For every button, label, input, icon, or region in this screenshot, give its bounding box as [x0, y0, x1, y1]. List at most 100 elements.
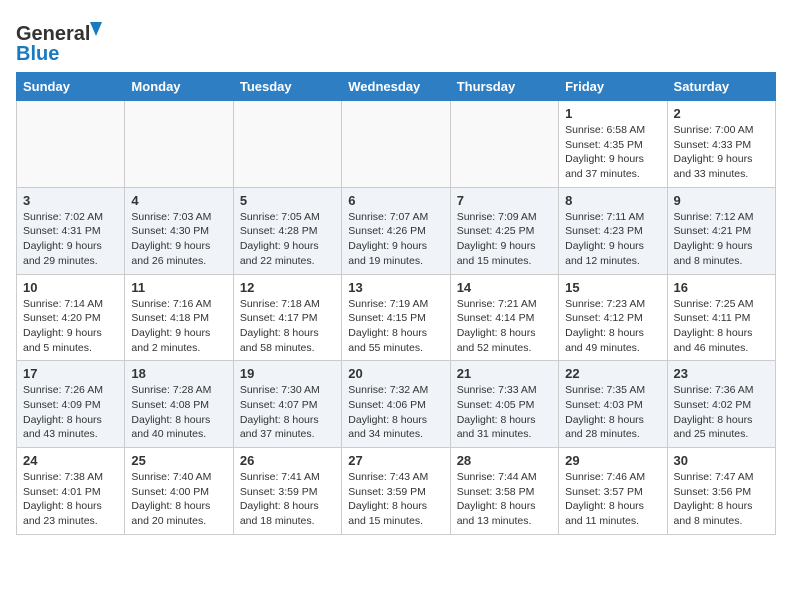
day-number: 23 [674, 366, 769, 381]
cell-info: Sunrise: 7:47 AM Sunset: 3:56 PM Dayligh… [674, 470, 769, 529]
day-number: 12 [240, 280, 335, 295]
cal-cell-r0-c4 [450, 101, 558, 188]
svg-text:General: General [16, 23, 90, 45]
cell-info: Sunrise: 7:16 AM Sunset: 4:18 PM Dayligh… [131, 297, 226, 356]
calendar-table: SundayMondayTuesdayWednesdayThursdayFrid… [16, 72, 776, 535]
cal-cell-r1-c1: 4 Sunrise: 7:03 AM Sunset: 4:30 PM Daylig… [125, 187, 233, 274]
calendar-row-2: 10Sunrise: 7:14 AM Sunset: 4:20 PM Dayli… [17, 274, 776, 361]
cell-info: Sunrise: 7:44 AM Sunset: 3:58 PM Dayligh… [457, 470, 552, 529]
cell-info: Sunrise: 7:36 AM Sunset: 4:02 PM Dayligh… [674, 383, 769, 442]
cell-info: Sunrise: 7:02 AM Sunset: 4:31 PM Dayligh… [23, 210, 118, 269]
day-number: 11 [131, 280, 226, 295]
cal-cell-r1-c4: 7 Sunrise: 7:09 AM Sunset: 4:25 PM Daylig… [450, 187, 558, 274]
cell-info: Sunrise: 7:19 AM Sunset: 4:15 PM Dayligh… [348, 297, 443, 356]
cell-info: Sunrise: 7:35 AM Sunset: 4:03 PM Dayligh… [565, 383, 660, 442]
header-wednesday: Wednesday [342, 73, 450, 101]
calendar-row-1: 3Sunrise: 7:02 AM Sunset: 4:31 PM Daylig… [17, 187, 776, 274]
cal-cell-r4-c6: 30 Sunrise: 7:47 AM Sunset: 3:56 PM Dayli… [667, 448, 775, 535]
cal-cell-r0-c3 [342, 101, 450, 188]
cal-cell-r0-c6: 2 Sunrise: 7:00 AM Sunset: 4:33 PM Daylig… [667, 101, 775, 188]
cal-cell-r4-c3: 27 Sunrise: 7:43 AM Sunset: 3:59 PM Dayli… [342, 448, 450, 535]
day-number: 7 [457, 193, 552, 208]
day-number: 21 [457, 366, 552, 381]
cell-info: Sunrise: 7:00 AM Sunset: 4:33 PM Dayligh… [674, 123, 769, 182]
cell-info: Sunrise: 7:03 AM Sunset: 4:30 PM Dayligh… [131, 210, 226, 269]
day-number: 22 [565, 366, 660, 381]
cal-cell-r2-c4: 14 Sunrise: 7:21 AM Sunset: 4:14 PM Dayli… [450, 274, 558, 361]
cal-cell-r1-c2: 5 Sunrise: 7:05 AM Sunset: 4:28 PM Daylig… [233, 187, 341, 274]
day-number: 15 [565, 280, 660, 295]
cal-cell-r0-c0 [17, 101, 125, 188]
day-number: 1 [565, 106, 660, 121]
day-number: 2 [674, 106, 769, 121]
day-number: 14 [457, 280, 552, 295]
cell-info: Sunrise: 7:25 AM Sunset: 4:11 PM Dayligh… [674, 297, 769, 356]
cell-info: Sunrise: 7:30 AM Sunset: 4:07 PM Dayligh… [240, 383, 335, 442]
cal-cell-r4-c2: 26 Sunrise: 7:41 AM Sunset: 3:59 PM Dayli… [233, 448, 341, 535]
cal-cell-r1-c6: 9 Sunrise: 7:12 AM Sunset: 4:21 PM Daylig… [667, 187, 775, 274]
header-tuesday: Tuesday [233, 73, 341, 101]
day-number: 8 [565, 193, 660, 208]
cell-info: Sunrise: 7:26 AM Sunset: 4:09 PM Dayligh… [23, 383, 118, 442]
day-number: 5 [240, 193, 335, 208]
header-sunday: Sunday [17, 73, 125, 101]
day-number: 26 [240, 453, 335, 468]
cell-info: Sunrise: 7:11 AM Sunset: 4:23 PM Dayligh… [565, 210, 660, 269]
day-number: 17 [23, 366, 118, 381]
cell-info: Sunrise: 7:23 AM Sunset: 4:12 PM Dayligh… [565, 297, 660, 356]
cal-cell-r3-c2: 19 Sunrise: 7:30 AM Sunset: 4:07 PM Dayli… [233, 361, 341, 448]
day-number: 10 [23, 280, 118, 295]
header-saturday: Saturday [667, 73, 775, 101]
cal-cell-r1-c0: 3Sunrise: 7:02 AM Sunset: 4:31 PM Daylig… [17, 187, 125, 274]
cal-cell-r3-c4: 21 Sunrise: 7:33 AM Sunset: 4:05 PM Dayli… [450, 361, 558, 448]
cal-cell-r0-c1 [125, 101, 233, 188]
day-number: 20 [348, 366, 443, 381]
cell-info: Sunrise: 7:33 AM Sunset: 4:05 PM Dayligh… [457, 383, 552, 442]
cal-cell-r3-c3: 20 Sunrise: 7:32 AM Sunset: 4:06 PM Dayli… [342, 361, 450, 448]
cal-cell-r3-c6: 23 Sunrise: 7:36 AM Sunset: 4:02 PM Dayli… [667, 361, 775, 448]
cal-cell-r2-c0: 10Sunrise: 7:14 AM Sunset: 4:20 PM Dayli… [17, 274, 125, 361]
day-number: 28 [457, 453, 552, 468]
calendar-row-0: 1 Sunrise: 6:58 AM Sunset: 4:35 PM Daylig… [17, 101, 776, 188]
day-number: 9 [674, 193, 769, 208]
cal-cell-r0-c2 [233, 101, 341, 188]
header-monday: Monday [125, 73, 233, 101]
day-number: 30 [674, 453, 769, 468]
cell-info: Sunrise: 7:18 AM Sunset: 4:17 PM Dayligh… [240, 297, 335, 356]
cal-cell-r3-c1: 18 Sunrise: 7:28 AM Sunset: 4:08 PM Dayli… [125, 361, 233, 448]
header-row: SundayMondayTuesdayWednesdayThursdayFrid… [17, 73, 776, 101]
cell-info: Sunrise: 7:32 AM Sunset: 4:06 PM Dayligh… [348, 383, 443, 442]
cell-info: Sunrise: 7:21 AM Sunset: 4:14 PM Dayligh… [457, 297, 552, 356]
cal-cell-r2-c1: 11 Sunrise: 7:16 AM Sunset: 4:18 PM Dayli… [125, 274, 233, 361]
cal-cell-r4-c1: 25Sunrise: 7:40 AM Sunset: 4:00 PM Dayli… [125, 448, 233, 535]
day-number: 16 [674, 280, 769, 295]
cal-cell-r2-c5: 15 Sunrise: 7:23 AM Sunset: 4:12 PM Dayli… [559, 274, 667, 361]
day-number: 29 [565, 453, 660, 468]
page-header: GeneralBlue [16, 16, 776, 64]
cal-cell-r4-c0: 24Sunrise: 7:38 AM Sunset: 4:01 PM Dayli… [17, 448, 125, 535]
header-friday: Friday [559, 73, 667, 101]
cell-info: Sunrise: 7:12 AM Sunset: 4:21 PM Dayligh… [674, 210, 769, 269]
day-number: 13 [348, 280, 443, 295]
cell-info: Sunrise: 7:41 AM Sunset: 3:59 PM Dayligh… [240, 470, 335, 529]
cal-cell-r0-c5: 1 Sunrise: 6:58 AM Sunset: 4:35 PM Daylig… [559, 101, 667, 188]
calendar-row-3: 17 Sunrise: 7:26 AM Sunset: 4:09 PM Dayli… [17, 361, 776, 448]
day-number: 18 [131, 366, 226, 381]
cell-info: Sunrise: 7:28 AM Sunset: 4:08 PM Dayligh… [131, 383, 226, 442]
cell-info: Sunrise: 7:38 AM Sunset: 4:01 PM Dayligh… [23, 470, 118, 529]
logo-svg: GeneralBlue [16, 20, 106, 64]
day-number: 4 [131, 193, 226, 208]
cell-info: Sunrise: 7:43 AM Sunset: 3:59 PM Dayligh… [348, 470, 443, 529]
cell-info: Sunrise: 7:05 AM Sunset: 4:28 PM Dayligh… [240, 210, 335, 269]
cal-cell-r1-c5: 8 Sunrise: 7:11 AM Sunset: 4:23 PM Daylig… [559, 187, 667, 274]
cell-info: Sunrise: 7:46 AM Sunset: 3:57 PM Dayligh… [565, 470, 660, 529]
day-number: 19 [240, 366, 335, 381]
header-thursday: Thursday [450, 73, 558, 101]
svg-text:Blue: Blue [16, 43, 59, 64]
cell-info: Sunrise: 7:40 AM Sunset: 4:00 PM Dayligh… [131, 470, 226, 529]
cell-info: Sunrise: 7:09 AM Sunset: 4:25 PM Dayligh… [457, 210, 552, 269]
day-number: 27 [348, 453, 443, 468]
cell-info: Sunrise: 6:58 AM Sunset: 4:35 PM Dayligh… [565, 123, 660, 182]
cal-cell-r2-c3: 13 Sunrise: 7:19 AM Sunset: 4:15 PM Dayli… [342, 274, 450, 361]
calendar-row-4: 24Sunrise: 7:38 AM Sunset: 4:01 PM Dayli… [17, 448, 776, 535]
